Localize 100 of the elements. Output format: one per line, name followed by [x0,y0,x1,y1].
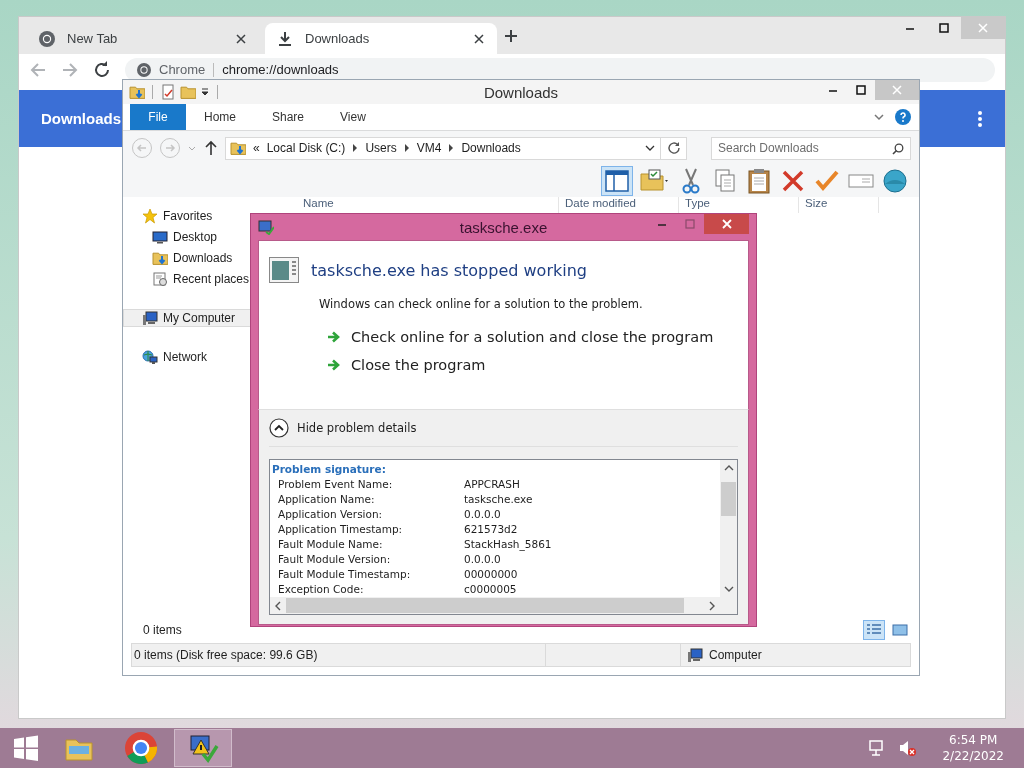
scroll-up-icon [723,464,734,472]
more-icon[interactable] [977,109,983,128]
close-icon [721,219,732,229]
nav-item[interactable]: Desktop [123,228,251,246]
detail-label: Fault Module Timestamp: [278,567,412,582]
search-icon [892,142,904,155]
arrow-icon [327,358,341,372]
folder-download-icon[interactable] [129,84,145,100]
detail-value: 0.0.0.0 [464,507,502,522]
close-icon[interactable] [473,32,485,45]
vertical-scrollbar[interactable] [720,460,737,597]
url-text: chrome://downloads [222,63,339,77]
dialog-message: Windows can check online for a solution to the problem. [319,297,644,311]
app-icon [258,219,274,235]
properties-icon[interactable] [160,84,176,100]
clock-time: 6:54 PM [949,732,998,748]
volume-muted-icon[interactable] [898,739,917,757]
address-field[interactable]: « Local Disk (C:) Users VM4 Downloads [225,136,661,160]
network-icon[interactable] [142,349,158,365]
folder-download-icon[interactable] [152,250,168,266]
computer-icon[interactable] [687,647,703,663]
scroll-thumb[interactable] [286,598,684,613]
ribbon-tab[interactable]: View [322,104,384,130]
detail-label: Application Timestamp: [278,522,404,537]
program-window-icon [269,257,299,283]
arrow-icon [327,330,341,344]
detail-label: Application Name: [278,492,376,507]
breadcrumb[interactable]: Users [365,141,397,155]
clock-date: 2/22/2022 [942,748,1004,764]
browser-tab[interactable]: Downloads [265,23,497,54]
expand-ribbon-icon[interactable] [873,111,885,123]
column-header[interactable]: Type [685,197,710,209]
separator-arrow-icon [352,144,359,152]
separator-arrow-icon [403,144,410,152]
detail-value: 00000000 [464,567,519,582]
detail-label: Fault Module Version: [278,552,392,567]
globe-icon [880,166,910,196]
status-text: 0 items (Disk free space: 99.6 GB) [133,648,319,662]
details-toggle[interactable]: Hide problem details [269,410,738,447]
large-icons-view-icon [892,623,908,637]
status-location: Computer [709,648,762,662]
details-view-icon [866,623,882,637]
star-icon[interactable] [142,208,158,224]
column-header[interactable]: Date modified [565,197,636,209]
breadcrumb[interactable]: Local Disk (C:) [266,141,346,155]
warning-check-icon[interactable] [187,732,219,764]
command-link[interactable]: Close the program [327,357,738,373]
page-title: Downloads [41,110,121,127]
recent-places-icon[interactable] [152,271,168,287]
scroll-thumb[interactable] [721,481,736,516]
breadcrumb[interactable]: Downloads [461,141,521,155]
column-header[interactable]: Name [303,197,334,209]
ribbon-tab[interactable]: Home [186,104,254,130]
close-icon[interactable] [235,32,247,45]
detail-label: Fault Module Name: [278,537,384,552]
details-view-button[interactable] [863,620,885,640]
dialog-heading: tasksche.exe has stopped working [311,260,587,280]
nav-item[interactable]: My Computer [123,309,251,327]
chrome-icon[interactable] [125,732,157,764]
search-field[interactable]: Search Downloads [711,136,911,160]
address-bar[interactable]: Chrome chrome://downloads [125,58,995,82]
up-icon[interactable] [203,140,219,156]
detail-label: Application Version: [278,507,384,522]
nav-item[interactable]: Recent places [123,270,251,288]
refresh-button[interactable] [661,136,687,160]
overflow-mark[interactable]: « [253,141,260,155]
preview-pane-button[interactable] [601,166,633,196]
dialog-title: tasksche.exe [459,218,548,236]
taskbar-app[interactable] [174,729,232,767]
separator-arrow-icon [448,144,455,152]
monitor-icon[interactable] [152,229,168,245]
detail-value: 0.0.0.0 [464,552,502,567]
windows-logo-icon [13,735,39,761]
column-header[interactable]: Size [805,197,828,209]
item-count: 0 items [143,623,182,637]
maximize-icon [939,23,949,33]
command-link[interactable]: Check online for a solution and close the program [327,329,738,345]
collapse-icon [269,418,289,438]
close-icon [892,85,902,95]
help-icon[interactable] [895,109,911,125]
maximize-icon [685,219,695,229]
ribbon-tab[interactable]: File [130,104,186,130]
browser-tab[interactable]: New Tab [27,23,259,54]
detail-value: c0000005 [464,582,518,597]
computer-icon[interactable] [142,310,158,326]
nav-item[interactable]: Favorites [123,207,251,225]
ribbon-tab[interactable]: Share [254,104,323,130]
scroll-right-icon [708,600,716,611]
detail-value: StackHash_5861 [464,537,553,552]
horizontal-scrollbar[interactable] [270,597,720,614]
site-chip: Chrome [159,63,215,77]
new-tab-icon[interactable] [503,27,519,44]
nav-item[interactable]: Downloads [123,249,251,267]
detail-value: APPCRASH [464,477,521,492]
maximize-icon [856,85,866,95]
details-heading: Problem signature: [272,462,387,477]
breadcrumb[interactable]: VM4 [416,141,442,155]
detail-value: 621573d2 [464,522,519,537]
clock[interactable]: 6:54 PM 2/22/2022 [942,732,1004,764]
close-button[interactable] [704,214,749,234]
